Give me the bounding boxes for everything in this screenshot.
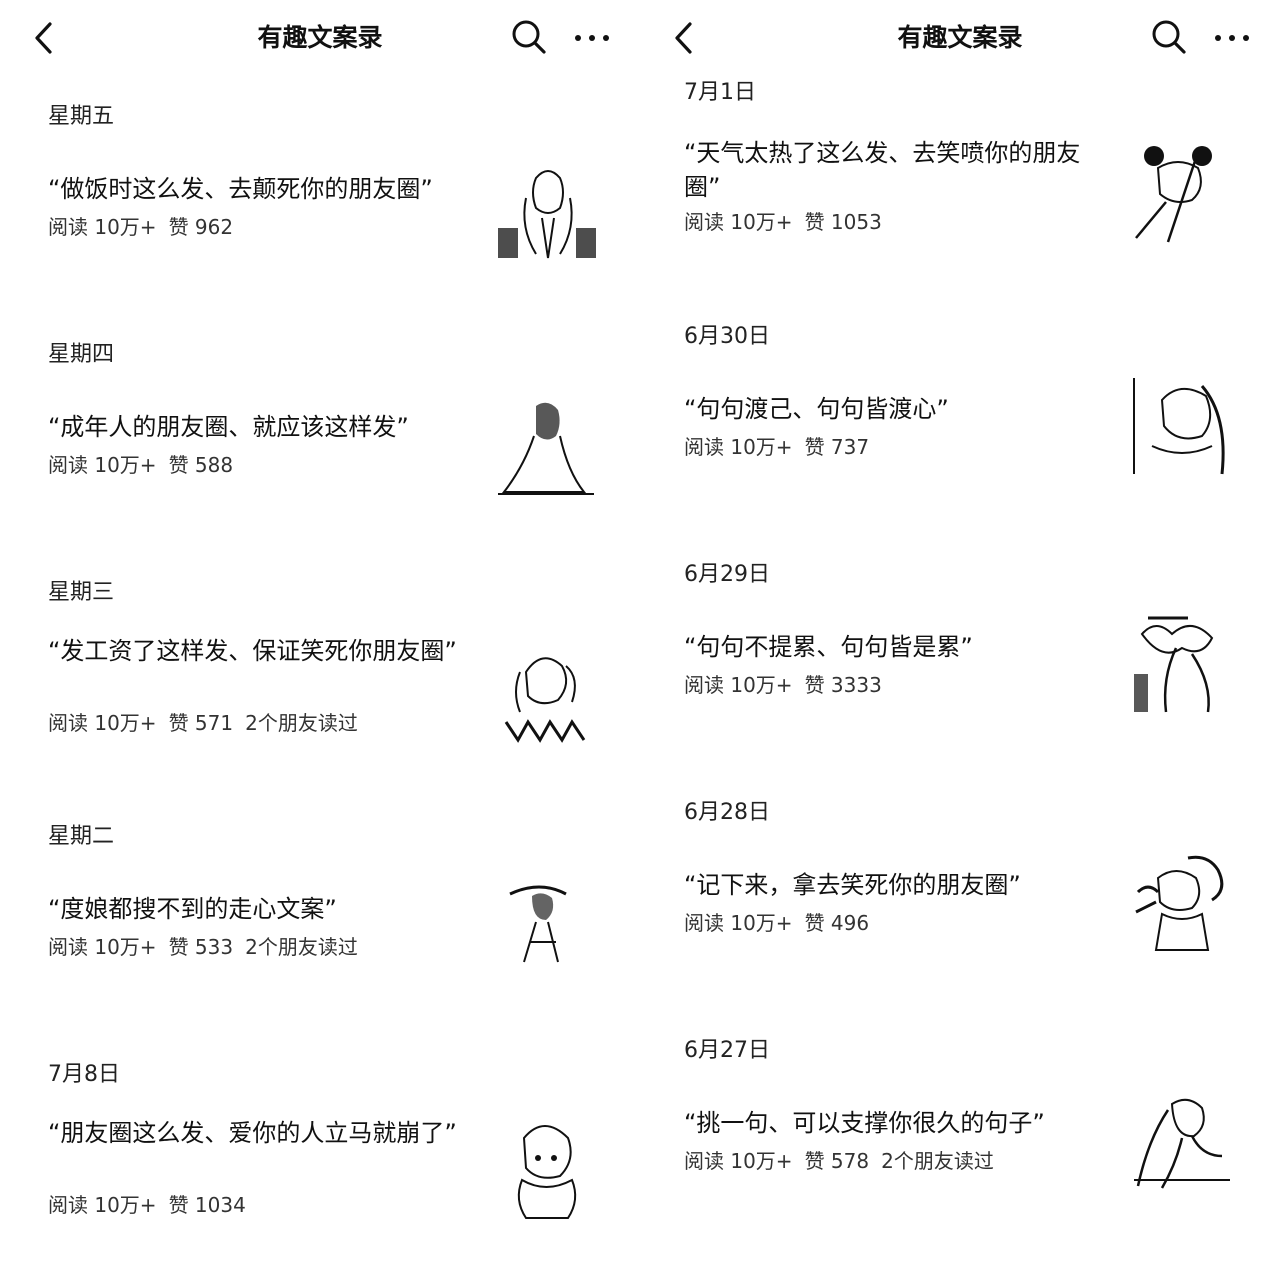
read-count: 阅读 10万+	[684, 435, 793, 459]
girl-illustration-thumbnail	[498, 402, 594, 495]
read-count: 阅读 10万+	[684, 673, 793, 697]
article-item[interactable]: “发工资了这样发、保证笑死你朋友圈” 阅读 10万+ 赞 571 2个朋友读过	[0, 634, 640, 774]
article-item[interactable]: “朋友圈这么发、爱你的人立马就崩了” 阅读 10万+ 赞 1034	[0, 1116, 640, 1256]
article-thumbnail	[1132, 852, 1234, 954]
friends-read: 2个朋友读过	[245, 935, 358, 959]
article-title: “句句渡己、句句皆渡心”	[684, 395, 949, 423]
article-item[interactable]: “度娘都搜不到的走心文案” 阅读 10万+ 赞 533 2个朋友读过	[0, 878, 640, 1018]
article-item[interactable]: “成年人的朋友圈、就应该这样发” 阅读 10万+ 赞 588	[0, 396, 640, 536]
article-meta: 阅读 10万+ 赞 1053	[684, 208, 906, 236]
article-thumbnail	[1132, 614, 1234, 716]
like-count: 赞 1034	[168, 1193, 246, 1217]
article-meta: 阅读 10万+ 赞 588	[48, 451, 257, 479]
day-label: 星期四	[48, 342, 115, 367]
article-title: “成年人的朋友圈、就应该这样发”	[48, 413, 409, 441]
like-count: 赞 3333	[804, 673, 882, 697]
article-thumbnail	[496, 878, 598, 980]
day-label: 6月27日	[684, 1038, 770, 1063]
like-count: 赞 578	[804, 1149, 870, 1173]
girl-illustration-thumbnail	[1135, 855, 1224, 951]
like-count: 赞 1053	[804, 210, 882, 234]
read-count: 阅读 10万+	[48, 711, 157, 735]
article-title: “度娘都搜不到的走心文案”	[48, 895, 337, 923]
more-dots-icon	[1215, 35, 1249, 41]
nav-bar: 有趣文案录	[640, 0, 1280, 76]
like-count: 赞 496	[804, 911, 870, 935]
read-count: 阅读 10万+	[48, 453, 157, 477]
like-count: 赞 588	[168, 453, 234, 477]
article-title: “朋友圈这么发、爱你的人立马就崩了”	[48, 1119, 457, 1147]
girl-illustration-thumbnail	[1135, 146, 1212, 243]
like-count: 赞 571	[168, 711, 234, 735]
read-count: 阅读 10万+	[684, 210, 793, 234]
article-thumbnail	[496, 396, 598, 498]
article-item[interactable]: “做饭时这么发、去颠死你的朋友圈” 阅读 10万+ 赞 962	[0, 158, 640, 298]
article-item[interactable]: “句句不提累、句句皆是累” 阅读 10万+ 赞 3333	[640, 616, 1280, 758]
article-thumbnail	[496, 158, 598, 260]
day-label: 星期五	[48, 104, 115, 129]
read-count: 阅读 10万+	[684, 1149, 793, 1173]
girl-illustration-thumbnail	[1133, 378, 1225, 475]
article-meta: 阅读 10万+ 赞 496	[684, 909, 893, 937]
article-item[interactable]: “句句渡己、句句皆渡心” 阅读 10万+ 赞 737	[640, 378, 1280, 520]
nav-bar: 有趣文案录	[0, 0, 640, 76]
article-item[interactable]: “挑一句、可以支撑你很久的句子” 阅读 10万+ 赞 578 2个朋友读过	[640, 1094, 1280, 1234]
day-label: 7月8日	[48, 1062, 120, 1087]
friends-read: 2个朋友读过	[881, 1149, 994, 1173]
read-count: 阅读 10万+	[684, 911, 793, 935]
more-button[interactable]	[1212, 20, 1252, 56]
article-meta: 阅读 10万+ 赞 737	[684, 433, 893, 461]
search-icon	[1152, 20, 1186, 54]
girl-illustration-thumbnail	[517, 1125, 577, 1219]
article-title: “记下来，拿去笑死你的朋友圈”	[684, 871, 1021, 899]
girl-illustration-thumbnail	[1134, 616, 1214, 713]
article-thumbnail	[496, 642, 598, 744]
article-title: “句句不提累、句句皆是累”	[684, 633, 973, 661]
day-label: 7月1日	[684, 80, 756, 105]
day-label: 星期三	[48, 580, 115, 605]
article-title: “发工资了这样发、保证笑死你朋友圈”	[48, 637, 457, 665]
day-label: 星期二	[48, 824, 115, 849]
girl-illustration-thumbnail	[1134, 1098, 1230, 1189]
day-label: 6月30日	[684, 324, 770, 349]
like-count: 赞 737	[804, 435, 870, 459]
girl-illustration-thumbnail	[509, 885, 567, 963]
read-count: 阅读 10万+	[48, 1193, 157, 1217]
article-title: “做饭时这么发、去颠死你的朋友圈”	[48, 175, 433, 203]
like-count: 赞 962	[168, 215, 234, 239]
search-icon	[512, 20, 546, 54]
search-button[interactable]	[1150, 18, 1188, 56]
article-thumbnail	[1132, 376, 1234, 478]
friends-read: 2个朋友读过	[245, 711, 358, 735]
article-item[interactable]: “记下来，拿去笑死你的朋友圈” 阅读 10万+ 赞 496	[640, 855, 1280, 996]
more-button[interactable]	[572, 20, 612, 56]
article-meta: 阅读 10万+ 赞 571 2个朋友读过	[48, 709, 370, 737]
article-thumbnail	[1132, 142, 1234, 244]
like-count: 赞 533	[168, 935, 234, 959]
more-dots-icon	[575, 35, 609, 41]
article-thumbnail	[1132, 1090, 1234, 1192]
day-label: 6月29日	[684, 562, 770, 587]
girl-illustration-thumbnail	[498, 170, 596, 259]
article-meta: 阅读 10万+ 赞 533 2个朋友读过	[48, 933, 370, 961]
article-meta: 阅读 10万+ 赞 1034	[48, 1191, 270, 1219]
girl-illustration-thumbnail	[504, 657, 586, 743]
article-item[interactable]: “天气太热了这么发、去笑喷你的朋友圈” 阅读 10万+ 赞 1053	[640, 136, 1280, 276]
day-label: 6月28日	[684, 800, 770, 825]
right-article-list-screen: 有趣文案录 7月1日 “天气太热了这么发、去笑喷你的朋友圈” 阅读 10万+ 赞 …	[640, 0, 1280, 1280]
left-article-list-screen: 有趣文案录 星期五 “做饭时这么发、去颠死你的朋友圈” 阅读 10万+ 赞 962…	[0, 0, 640, 1280]
article-thumbnail	[496, 1118, 598, 1220]
article-meta: 阅读 10万+ 赞 962	[48, 213, 257, 241]
article-title: “挑一句、可以支撑你很久的句子”	[684, 1109, 1045, 1137]
article-meta: 阅读 10万+ 赞 578 2个朋友读过	[684, 1147, 1006, 1175]
search-button[interactable]	[510, 18, 548, 56]
read-count: 阅读 10万+	[48, 935, 157, 959]
read-count: 阅读 10万+	[48, 215, 157, 239]
article-title: “天气太热了这么发、去笑喷你的朋友圈”	[684, 139, 1081, 201]
article-meta: 阅读 10万+ 赞 3333	[684, 671, 906, 699]
